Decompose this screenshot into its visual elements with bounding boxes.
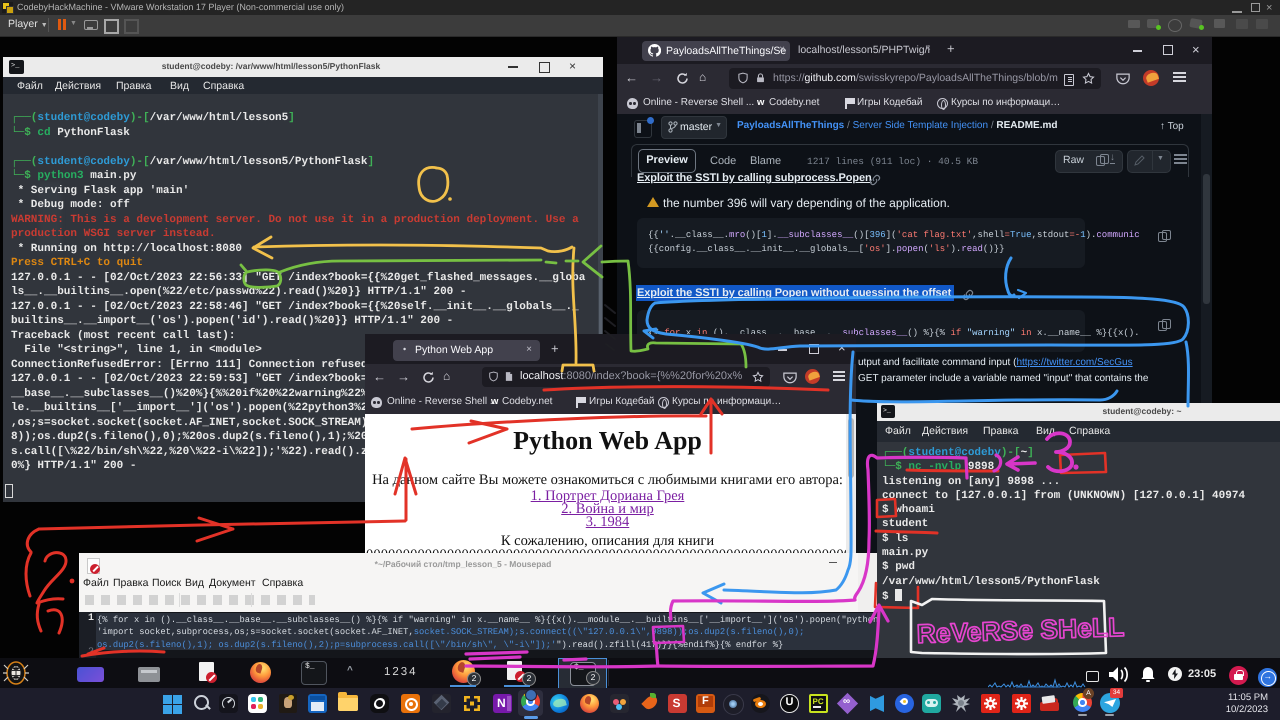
svg-text:ReVeRSe SHeLL: ReVeRSe SHeLL bbox=[916, 612, 1125, 649]
